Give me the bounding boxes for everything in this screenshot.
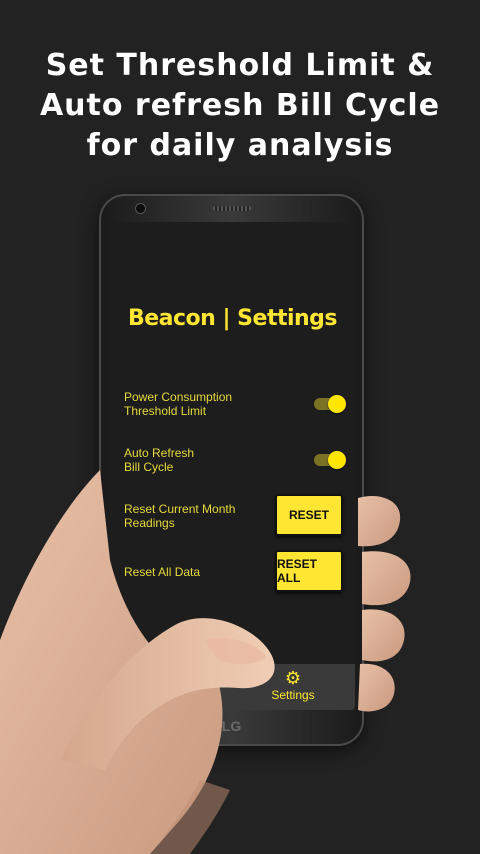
auto-refresh-toggle[interactable]: [314, 451, 346, 469]
reset-all-label-line1: Reset All Data: [124, 565, 201, 579]
threshold-limit-label: Power Consumption Threshold Limit: [124, 390, 232, 418]
headline-line-1: Set Threshold Limit &: [45, 48, 435, 83]
headline-line-2: Auto refresh Bill Cycle: [39, 88, 441, 123]
page-title: Beacon | Settings: [127, 306, 338, 331]
finger-2: [362, 551, 411, 606]
wrist-shade: [150, 780, 230, 854]
reset-button[interactable]: RESET: [275, 494, 343, 536]
reset-all-label: Reset All Data: [124, 565, 200, 579]
promo-headline: Set Threshold Limit & Auto refresh Bill …: [0, 46, 480, 166]
gear-icon: ⚙: [284, 668, 302, 688]
toggle-knob: [328, 451, 346, 469]
finger-3: [362, 609, 405, 662]
reset-month-label-line2: Readings: [124, 516, 175, 530]
reset-all-button[interactable]: RESET ALL: [275, 550, 343, 592]
earpiece-speaker: [213, 206, 251, 211]
bottom-navigation: ⚙ out ⚙ Settings: [110, 664, 355, 710]
threshold-label-line2: Threshold Limit: [124, 404, 207, 418]
nav-item-settings[interactable]: ⚙ Settings: [232, 664, 354, 710]
nav-item-settings-label: Settings: [271, 688, 315, 702]
reset-month-label-line1: Reset Current Month: [124, 502, 236, 516]
threshold-limit-toggle[interactable]: [314, 395, 346, 413]
phone-brand-logo: LG: [221, 718, 242, 734]
app-screen: Beacon | Settings Power Consumption Thre…: [110, 222, 355, 710]
auto-refresh-label-line2: Bill Cycle: [124, 460, 174, 474]
threshold-label-line1: Power Consumption: [124, 390, 233, 404]
nav-item-about[interactable]: ⚙ out: [110, 664, 232, 710]
auto-refresh-label: Auto Refresh Bill Cycle: [124, 446, 194, 474]
reset-month-label: Reset Current Month Readings: [124, 502, 235, 530]
auto-refresh-label-line1: Auto Refresh: [124, 446, 195, 460]
nav-item-about-label: out: [200, 688, 218, 702]
front-camera: [135, 203, 146, 214]
finger-1: [358, 496, 401, 547]
headline-line-3: for daily analysis: [86, 128, 394, 163]
toggle-knob: [328, 395, 346, 413]
